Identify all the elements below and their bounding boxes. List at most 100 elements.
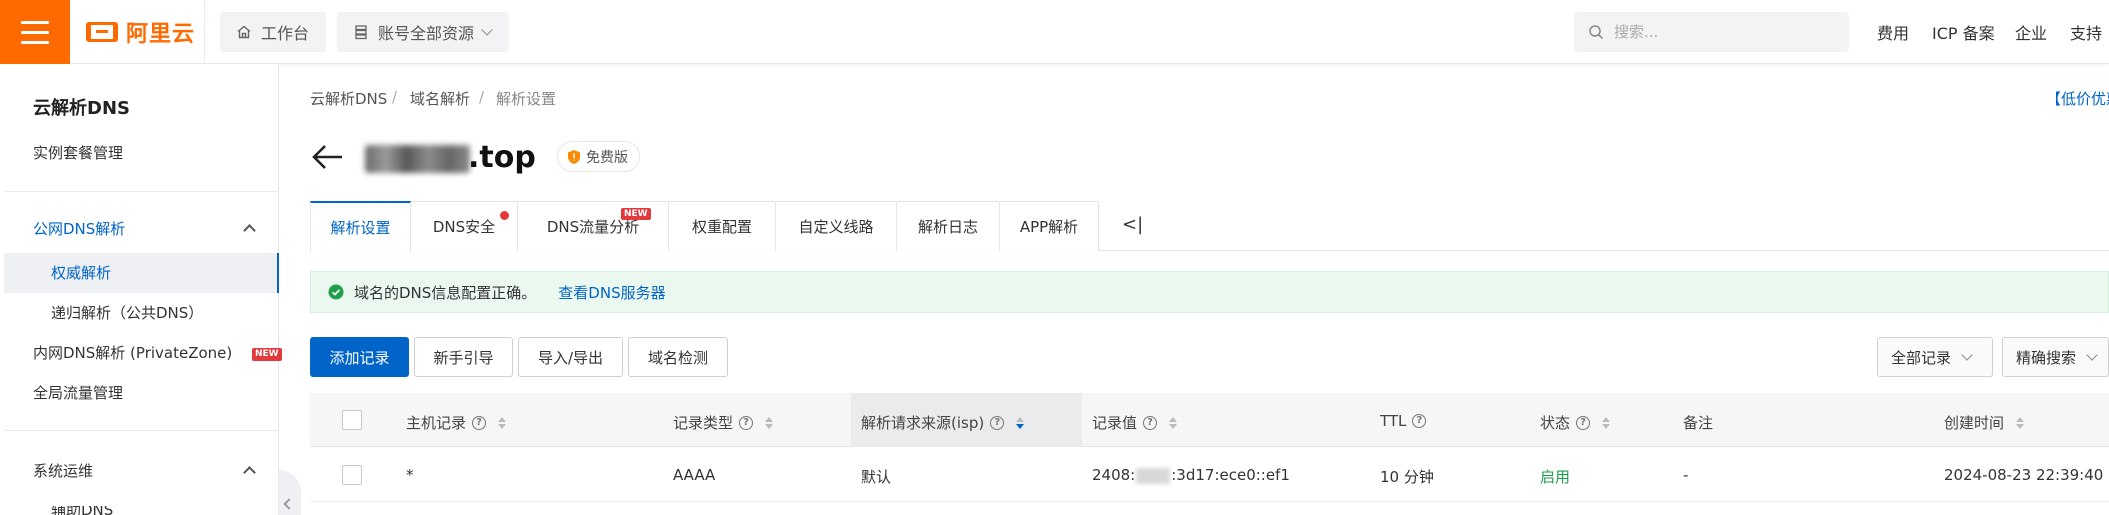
chevron-down-icon (481, 24, 493, 36)
search-input[interactable] (1614, 23, 1834, 41)
global-search[interactable] (1574, 12, 1849, 52)
help-icon[interactable]: ? (1143, 415, 1158, 430)
tab-label: 自定义线路 (798, 218, 874, 236)
breadcrumb-dns[interactable]: 云解析DNS (310, 88, 387, 109)
check-circle-icon (328, 284, 344, 300)
sort-icon[interactable] (765, 416, 774, 429)
sidebar-item-private-zone[interactable]: 内网DNS解析 (PrivateZone) (33, 342, 232, 363)
column-isp-source[interactable]: 解析请求来源(isp) ? (861, 412, 1025, 433)
tab-label: 权重配置 (691, 218, 752, 236)
cell-value[interactable]: 2408: :3d17:ece0::ef1 (1092, 466, 1290, 484)
sidebar-divider (4, 430, 279, 431)
breadcrumb-domain-resolution[interactable]: 域名解析 (410, 88, 470, 109)
chevron-up-icon[interactable] (243, 466, 256, 479)
value-prefix: 2408: (1092, 466, 1136, 484)
sidebar-item-instance[interactable]: 实例套餐管理 (33, 142, 123, 163)
resources-label: 账号全部资源 (378, 24, 475, 43)
domain-tld: .top (468, 140, 536, 175)
add-record-button[interactable]: 添加记录 (310, 337, 409, 377)
sort-icon[interactable] (1602, 416, 1611, 429)
divider (204, 0, 205, 64)
tab-dns-security[interactable]: DNS安全 (410, 201, 518, 251)
tab-custom-lines[interactable]: 自定义线路 (775, 201, 897, 251)
help-icon[interactable]: ? (1412, 414, 1427, 428)
top-link-support[interactable]: 支持 (2070, 20, 2102, 44)
beginner-guide-button[interactable]: 新手引导 (414, 337, 513, 377)
account-resources-dropdown[interactable]: 账号全部资源 (337, 12, 509, 52)
home-icon (237, 25, 251, 39)
column-label: 创建时间 (1944, 414, 2005, 432)
table-header (310, 393, 2109, 447)
sidebar: 云解析DNS 实例套餐管理 公网DNS解析 权威解析 递归解析（公共DNS） 内… (0, 64, 282, 515)
sidebar-title: 云解析DNS (33, 98, 130, 119)
sort-icon[interactable] (1169, 416, 1178, 429)
cell-created-time: 2024-08-23 22:39:40 (1944, 466, 2104, 484)
domain-check-button[interactable]: 域名检测 (628, 337, 728, 377)
sidebar-item-auxiliary[interactable]: 辅助DNS (51, 506, 113, 515)
help-icon[interactable]: ? (1576, 415, 1591, 430)
column-created-time[interactable]: 创建时间 (1944, 412, 2025, 433)
column-status[interactable]: 状态 ? (1540, 412, 1611, 433)
tab-app-resolution[interactable]: APP解析 (999, 201, 1099, 251)
brand-name: 阿里云 (126, 22, 196, 47)
sidebar-collapse-handle[interactable] (279, 470, 301, 515)
column-record-value[interactable]: 记录值 ? (1092, 412, 1178, 433)
column-ttl[interactable]: TTL ? (1380, 412, 1427, 430)
search-icon (1589, 25, 1604, 40)
promo-link[interactable]: 【低价优惠】 (2046, 88, 2109, 109)
new-badge: NEW (621, 208, 651, 220)
aliyun-logo[interactable]: 阿里云 (86, 16, 195, 48)
tab-weight-config[interactable]: 权重配置 (668, 201, 776, 251)
tab-label: 解析设置 (330, 219, 391, 237)
column-host-record[interactable]: 主机记录 ? (406, 412, 507, 433)
workbench-button[interactable]: 工作台 (220, 12, 326, 52)
cell-isp: 默认 (861, 468, 892, 486)
tab-dns-traffic-analysis[interactable]: DNS流量分析 NEW (517, 201, 669, 251)
workbench-label: 工作台 (261, 24, 310, 43)
sidebar-group-ops[interactable]: 系统运维 (33, 460, 93, 481)
value-suffix: :3d17:ece0::ef1 (1171, 466, 1290, 484)
sort-icon[interactable] (498, 416, 507, 429)
tab-resolution-settings[interactable]: 解析设置 (310, 201, 411, 252)
menu-icon[interactable] (0, 0, 70, 64)
back-arrow-icon[interactable] (310, 142, 344, 172)
sort-icon[interactable] (1016, 416, 1025, 429)
top-bar: 阿里云 工作台 账号全部资源 费用 ICP 备案 企业 支持 (0, 0, 2109, 64)
column-label: 记录类型 (673, 414, 734, 432)
chevron-up-icon[interactable] (243, 224, 256, 237)
breadcrumb-current: 解析设置 (496, 90, 557, 108)
cell-status: 启用 (1540, 468, 1571, 486)
chevron-down-icon (2086, 349, 2098, 361)
import-export-button[interactable]: 导入/导出 (518, 337, 623, 377)
column-label: 记录值 (1092, 414, 1138, 432)
database-icon (355, 25, 367, 40)
help-icon[interactable]: ? (990, 415, 1005, 430)
record-filter-select[interactable]: 全部记录 (1877, 337, 1993, 377)
breadcrumb-separator: / (479, 88, 485, 106)
top-link-billing[interactable]: 费用 (1877, 20, 1909, 44)
select-all-checkbox[interactable] (342, 410, 362, 430)
help-icon[interactable]: ? (739, 415, 754, 430)
row-checkbox[interactable] (342, 465, 362, 485)
sidebar-item-global-traffic[interactable]: 全局流量管理 (33, 382, 123, 403)
column-record-type[interactable]: 记录类型 ? (673, 412, 774, 433)
top-link-icp[interactable]: ICP 备案 (1932, 20, 1995, 44)
tabs-collapse-icon[interactable]: <| (1122, 214, 1143, 235)
aliyun-logo-mark-icon (86, 22, 118, 42)
sidebar-group-public-dns[interactable]: 公网DNS解析 (33, 218, 125, 239)
sidebar-item-authoritative[interactable]: 权威解析 (51, 262, 111, 283)
table-row-next (310, 503, 2109, 515)
sort-icon[interactable] (2016, 416, 2025, 429)
alert-text: 域名的DNS信息配置正确。 (354, 283, 537, 302)
domain-name-redacted (365, 145, 470, 173)
view-dns-servers-link[interactable]: 查看DNS服务器 (558, 282, 665, 303)
record-filter-value: 全部记录 (1891, 348, 1952, 367)
column-label: TTL (1380, 412, 1407, 430)
sidebar-item-recursive[interactable]: 递归解析（公共DNS） (51, 302, 203, 323)
top-link-enterprise[interactable]: 企业 (2015, 20, 2047, 44)
dns-config-alert: 域名的DNS信息配置正确。 查看DNS服务器 (310, 271, 2109, 313)
tab-resolution-logs[interactable]: 解析日志 (896, 201, 1000, 251)
help-icon[interactable]: ? (472, 415, 487, 430)
precise-search-select[interactable]: 精确搜索 (2002, 337, 2109, 377)
shield-icon (568, 149, 580, 164)
